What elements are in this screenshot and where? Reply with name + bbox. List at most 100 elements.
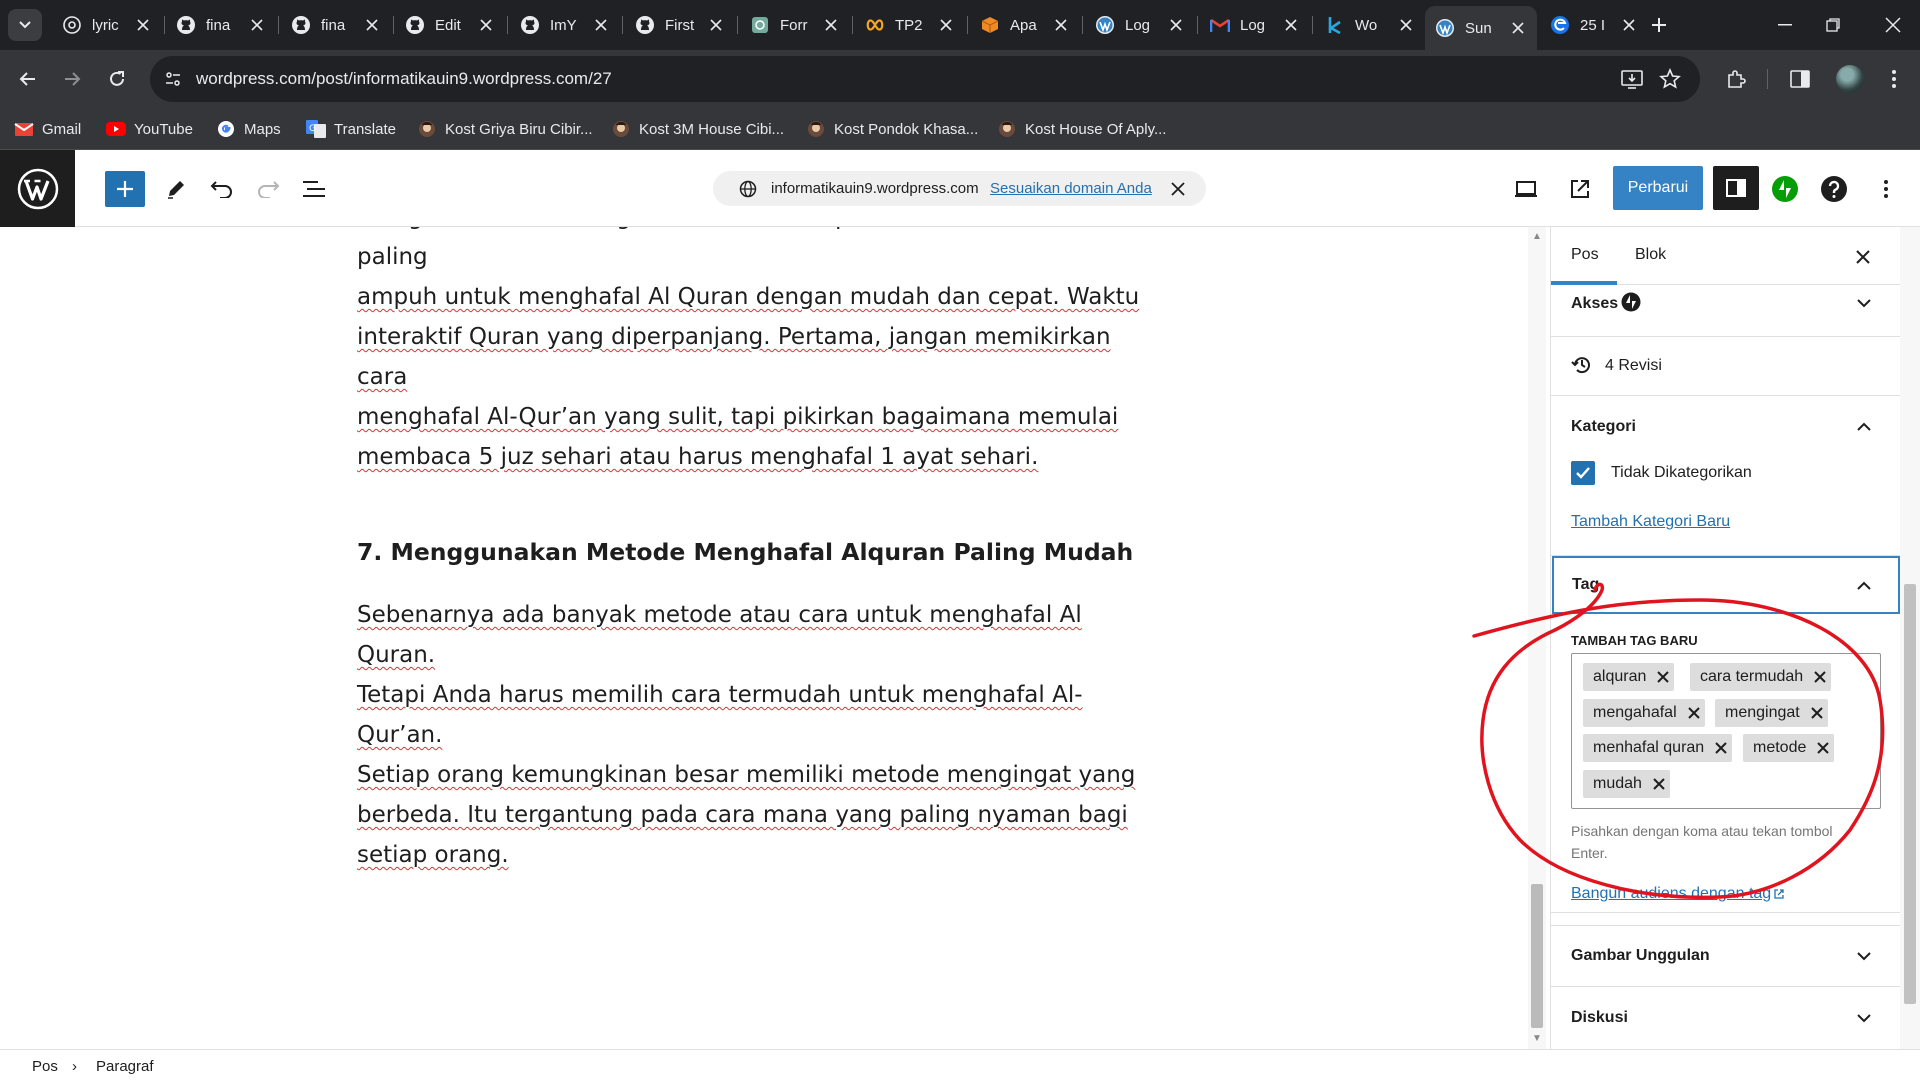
redo-button[interactable] bbox=[250, 171, 286, 207]
remove-tag-icon[interactable] bbox=[1683, 702, 1705, 724]
access-panel[interactable]: Akses bbox=[1551, 285, 1900, 337]
browser-tab[interactable]: Apa bbox=[970, 6, 1080, 44]
update-button[interactable]: Perbarui bbox=[1613, 166, 1703, 210]
browser-menu-button[interactable] bbox=[1880, 65, 1908, 93]
sidebar-scrollbar[interactable] bbox=[1900, 227, 1920, 1049]
close-sidebar-button[interactable] bbox=[1851, 245, 1875, 269]
browser-tab[interactable]: TP2 bbox=[855, 6, 965, 44]
heading-block[interactable]: 7. Menggunakan Metode Menghafal Alquran … bbox=[357, 535, 1157, 569]
chevron-down-icon[interactable] bbox=[1853, 292, 1875, 314]
close-tab-icon[interactable] bbox=[1167, 16, 1185, 34]
bookmark-star-icon[interactable] bbox=[1658, 67, 1682, 91]
remove-tag-icon[interactable] bbox=[1809, 666, 1831, 688]
sidebar-scrollbar-thumb[interactable] bbox=[1904, 584, 1916, 1004]
chevron-up-icon[interactable] bbox=[1853, 415, 1875, 437]
chevron-down-icon[interactable] bbox=[1853, 945, 1875, 967]
bookmark-item[interactable]: G Translate bbox=[306, 118, 396, 140]
breadcrumb-paragraph[interactable]: Paragraf bbox=[96, 1058, 154, 1075]
chevron-down-icon[interactable] bbox=[1853, 1007, 1875, 1029]
browser-tab[interactable]: lyric bbox=[52, 6, 162, 44]
category-checkbox[interactable] bbox=[1571, 461, 1595, 485]
editor-canvas[interactable]: menghafalkan diri dengan Al Quran merupa… bbox=[0, 227, 1550, 1049]
install-app-icon[interactable] bbox=[1620, 67, 1644, 91]
remove-tag-icon[interactable] bbox=[1652, 666, 1674, 688]
post-content[interactable]: menghafalkan diri dengan Al Quran merupa… bbox=[357, 227, 1157, 933]
document-overview-button[interactable] bbox=[296, 171, 332, 207]
close-tab-icon[interactable] bbox=[1282, 16, 1300, 34]
scroll-up-arrow-icon[interactable]: ▲ bbox=[1531, 231, 1543, 243]
tab-block[interactable]: Blok bbox=[1635, 246, 1666, 264]
close-tab-icon[interactable] bbox=[1052, 16, 1070, 34]
close-tab-icon[interactable] bbox=[592, 16, 610, 34]
profile-avatar[interactable] bbox=[1836, 65, 1864, 93]
help-button[interactable] bbox=[1816, 171, 1852, 207]
close-tab-icon[interactable] bbox=[822, 16, 840, 34]
close-domain-banner-button[interactable] bbox=[1168, 179, 1188, 199]
tools-button[interactable] bbox=[158, 171, 194, 207]
featured-image-panel[interactable]: Gambar Unggulan bbox=[1551, 925, 1900, 987]
close-tab-icon[interactable] bbox=[248, 16, 266, 34]
close-window-button[interactable] bbox=[1880, 12, 1906, 38]
category-item[interactable]: Tidak Dikategorikan bbox=[1551, 461, 1900, 487]
remove-tag-icon[interactable] bbox=[1648, 773, 1670, 795]
undo-button[interactable] bbox=[204, 171, 240, 207]
remove-tag-icon[interactable] bbox=[1710, 737, 1732, 759]
close-tab-icon[interactable] bbox=[1620, 16, 1638, 34]
canvas-scrollbar[interactable]: ▲ ▼ bbox=[1528, 227, 1546, 1049]
browser-tab[interactable]: Edit bbox=[395, 6, 505, 44]
browser-tab[interactable]: Log bbox=[1085, 6, 1195, 44]
scroll-down-arrow-icon[interactable]: ▼ bbox=[1531, 1033, 1543, 1045]
browser-tab[interactable]: First bbox=[625, 6, 735, 44]
bookmark-item[interactable]: YouTube bbox=[106, 118, 193, 140]
canvas-scrollbar-thumb[interactable] bbox=[1531, 884, 1543, 1028]
side-panel-button[interactable] bbox=[1786, 65, 1814, 93]
browser-tab[interactable]: Log bbox=[1200, 6, 1310, 44]
jetpack-button[interactable] bbox=[1767, 171, 1803, 207]
categories-title[interactable]: Kategori bbox=[1571, 418, 1636, 436]
paragraph-block[interactable]: menghafalkan diri dengan Al Quran merupa… bbox=[357, 227, 1157, 477]
browser-tab[interactable]: ImY bbox=[510, 6, 620, 44]
close-tab-icon[interactable] bbox=[1397, 16, 1415, 34]
new-tab-button[interactable] bbox=[1648, 14, 1670, 36]
tab-search-button[interactable] bbox=[8, 9, 42, 41]
browser-tab[interactable]: Forr bbox=[740, 6, 850, 44]
browser-tab[interactable]: fina bbox=[166, 6, 276, 44]
add-category-link[interactable]: Tambah Kategori Baru bbox=[1571, 513, 1730, 531]
customize-domain-link[interactable]: Sesuaikan domain Anda bbox=[990, 180, 1152, 197]
close-tab-icon[interactable] bbox=[937, 16, 955, 34]
close-tab-icon[interactable] bbox=[477, 16, 495, 34]
bookmark-item[interactable]: Kost Griya Biru Cibir... bbox=[417, 118, 593, 140]
block-inserter-button[interactable] bbox=[105, 171, 145, 207]
chevron-up-icon[interactable] bbox=[1853, 574, 1875, 596]
close-tab-icon[interactable] bbox=[1509, 19, 1527, 37]
close-tab-icon[interactable] bbox=[363, 16, 381, 34]
restore-button[interactable] bbox=[1820, 12, 1846, 38]
extensions-button[interactable] bbox=[1722, 65, 1750, 93]
revisions-panel[interactable]: 4 Revisi bbox=[1551, 337, 1900, 396]
tags-panel-header[interactable]: Tag bbox=[1552, 556, 1900, 614]
options-button[interactable] bbox=[1868, 171, 1904, 207]
remove-tag-icon[interactable] bbox=[1812, 737, 1834, 759]
minimize-button[interactable] bbox=[1772, 12, 1798, 38]
browser-tab[interactable]: Sun bbox=[1425, 6, 1537, 50]
breadcrumb-post[interactable]: Pos bbox=[32, 1058, 58, 1075]
address-bar[interactable]: wordpress.com/post/informatikauin9.wordp… bbox=[150, 56, 1700, 102]
browser-tab[interactable]: Wo bbox=[1315, 6, 1425, 44]
settings-toggle-button[interactable] bbox=[1713, 166, 1759, 210]
bookmark-item[interactable]: Kost 3M House Cibi... bbox=[611, 118, 784, 140]
build-audience-link[interactable]: Bangun audiens dengan tag bbox=[1571, 883, 1785, 905]
preview-button[interactable] bbox=[1508, 171, 1544, 207]
wordpress-logo-button[interactable] bbox=[0, 150, 75, 227]
browser-tab[interactable]: 25 I bbox=[1540, 6, 1648, 44]
browser-tab[interactable]: fina bbox=[281, 6, 391, 44]
back-button[interactable] bbox=[14, 65, 42, 93]
view-post-button[interactable] bbox=[1562, 171, 1598, 207]
site-info-icon[interactable] bbox=[161, 67, 185, 91]
bookmark-item[interactable]: Kost Pondok Khasa... bbox=[806, 118, 978, 140]
close-tab-icon[interactable] bbox=[707, 16, 725, 34]
close-tab-icon[interactable] bbox=[134, 16, 152, 34]
tab-post[interactable]: Pos bbox=[1571, 246, 1599, 264]
discussion-panel[interactable]: Diskusi bbox=[1551, 987, 1900, 1049]
reload-button[interactable] bbox=[103, 65, 131, 93]
bookmark-item[interactable]: Maps bbox=[216, 118, 281, 140]
